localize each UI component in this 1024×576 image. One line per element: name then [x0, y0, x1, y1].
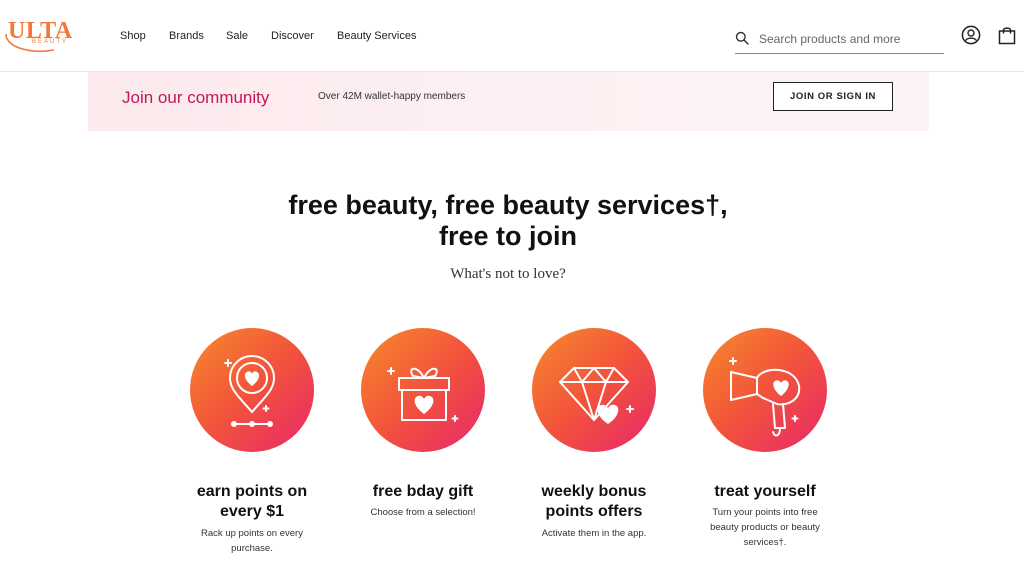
gift-heart-icon: [361, 328, 485, 452]
account-icon[interactable]: [961, 25, 981, 45]
perk-title-line: weekly bonus: [541, 483, 647, 500]
perk-title-line: every $1: [219, 503, 285, 520]
community-banner: Join our community Over 42M wallet-happy…: [88, 72, 929, 131]
nav-discover[interactable]: Discover: [271, 30, 314, 42]
logo-subtext: BEAUTY: [32, 39, 69, 45]
headline-line-1: free beauty, free beauty services†,: [288, 190, 728, 220]
perk-desc-line: Turn your points into free: [712, 507, 818, 518]
perk-title-line: earn points on: [196, 483, 308, 500]
perk-desc-line: services†.: [743, 537, 787, 548]
nav-beauty-services[interactable]: Beauty Services: [337, 30, 416, 42]
perk-description: Activate them in the app.: [509, 526, 679, 541]
perk-title-line: free bday gift: [372, 483, 474, 500]
hairdryer-heart-icon: [703, 328, 827, 452]
nav-brands[interactable]: Brands: [169, 30, 204, 42]
nav-sale[interactable]: Sale: [226, 30, 248, 42]
shopping-bag-icon[interactable]: [997, 25, 1017, 45]
search-bar: [735, 26, 944, 54]
perk-desc-line: Activate them in the app.: [541, 528, 647, 539]
perk-title-line: points offers: [545, 503, 643, 520]
perk-title: free bday gift: [338, 482, 508, 502]
search-input[interactable]: [759, 30, 939, 48]
perk-desc-line: Choose from a selection!: [370, 507, 476, 518]
nav-shop[interactable]: Shop: [120, 30, 146, 42]
perk-desc-line: beauty products or beauty: [710, 522, 820, 533]
ulta-logo[interactable]: ULTA BEAUTY: [2, 14, 76, 54]
perk-title: earn points on every $1: [167, 482, 337, 522]
perk-title: treat yourself: [680, 482, 850, 502]
join-or-sign-in-button[interactable]: JOIN OR SIGN IN: [773, 82, 893, 111]
headline-line-2: free to join: [438, 221, 577, 251]
page-headline: free beauty, free beauty services†, free…: [0, 190, 1016, 252]
banner-title: Join our community: [122, 88, 270, 107]
site-header: ULTA BEAUTY Shop Brands Sale Discover Be…: [0, 0, 1024, 72]
search-icon[interactable]: [735, 31, 749, 45]
page-subheading: What's not to love?: [450, 266, 566, 282]
perk-desc-line: Rack up points on every: [201, 528, 303, 539]
perk-description: Choose from a selection!: [338, 505, 508, 520]
perk-title-line: treat yourself: [714, 483, 816, 500]
location-heart-icon: [190, 328, 314, 452]
perk-desc-line: purchase.: [231, 543, 273, 554]
banner-subtitle: Over 42M wallet-happy members: [318, 91, 466, 102]
perk-title: weekly bonus points offers: [509, 482, 679, 522]
perk-description: Turn your points into free beauty produc…: [680, 505, 850, 550]
perk-description: Rack up points on every purchase.: [167, 526, 337, 556]
diamond-heart-icon: [532, 328, 656, 452]
